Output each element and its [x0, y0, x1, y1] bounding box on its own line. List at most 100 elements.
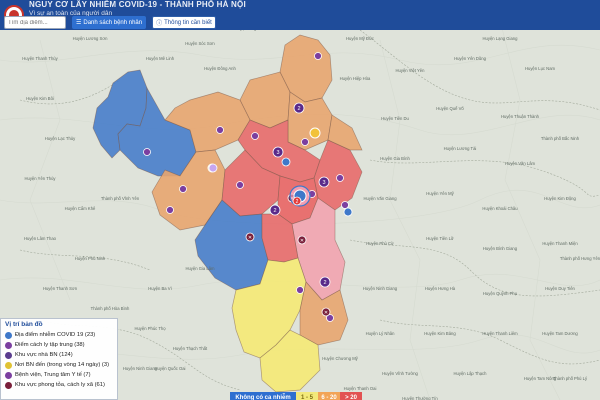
house-icon [5, 351, 12, 359]
marker-count-label: 3 [322, 180, 325, 186]
marker-hospital[interactable] [281, 157, 291, 167]
marker-count-label: 3 [276, 150, 279, 156]
place-label: Huyện Đông Anh [204, 66, 236, 71]
patients-list-button[interactable]: ☰ Danh sách bệnh nhân [72, 16, 147, 29]
case-scale: Không có ca nhiễm 1 - 5 6 - 20 > 20 [230, 392, 362, 400]
place-label: Huyện Lương Tài [444, 146, 477, 151]
marker-house[interactable] [143, 148, 151, 156]
legend-label: Địa điểm nhiễm COVID 19 (23) [15, 332, 96, 338]
place-label: Huyện Thạch Thất [173, 346, 208, 351]
marker-house[interactable] [236, 181, 244, 189]
place-label: Huyện Lập Thạch [454, 371, 488, 376]
map-legend: Vị trí bản đồ Địa điểm nhiễm COVID 19 (2… [0, 318, 118, 400]
place-label: Huyện Quỳnh Phụ [483, 291, 518, 296]
place-label: Huyện Lạng Giang [483, 36, 519, 41]
scale-none: Không có ca nhiễm [230, 392, 296, 400]
marker-house[interactable] [336, 174, 344, 182]
legend-title: Vị trí bản đồ [5, 321, 43, 328]
search-input[interactable] [4, 16, 66, 29]
marker-count-label: 2 [323, 280, 326, 286]
place-label: Huyện Phù Ninh [75, 256, 106, 261]
place-label: Huyện Ninh Giang [363, 286, 398, 291]
place-label: Huyện Cẩm Khê [65, 206, 96, 211]
place-label: Huyện Ba Vì [148, 286, 172, 291]
place-label: Huyện Hưng Hà [425, 286, 456, 291]
legend-item-hospital[interactable]: Bệnh viện, Trung tâm Y tế (7) [5, 370, 113, 380]
marker-house[interactable] [301, 138, 309, 146]
legend-label: Khu vực phong tỏa, cách ly xã (61) [15, 382, 105, 388]
place-label: Huyện Duy Tiên [545, 286, 575, 291]
place-label: Huyện Kim Động [544, 196, 576, 201]
app-title: NGUY CƠ LÂY NHIỄM COVID-19 - THÀNH PHỐ H… [29, 0, 246, 10]
place-label: Huyện Phù Cừ [366, 241, 394, 246]
place-label: Thành phố Hòa Bình [91, 306, 130, 311]
marker-count-label: 2 [297, 106, 300, 112]
marker-location[interactable] [309, 127, 321, 139]
place-label: Huyện Tam Nông [524, 376, 557, 381]
svg-text:✕: ✕ [324, 310, 328, 316]
marker-lavender[interactable] [208, 163, 218, 173]
marker-lockdown[interactable]: ✕ [297, 235, 307, 245]
marker-cluster-central[interactable]: 2 [289, 185, 311, 207]
place-label: Huyện Lương Sơn [73, 36, 109, 41]
place-label: Huyện Mỹ Đức [346, 36, 374, 41]
marker-house[interactable] [314, 52, 322, 60]
place-label: Huyện Khoái Châu [482, 206, 518, 211]
lockdown-icon [5, 381, 12, 389]
scale-mid: 6 - 20 [318, 392, 340, 400]
legend-item-lockdown[interactable]: Khu vực phong tỏa, cách ly xã (61) [5, 380, 113, 390]
marker-count[interactable]: 2 [269, 204, 281, 216]
place-label: Thành phố Hưng Yên [560, 256, 600, 261]
covid-map-app: Huyện Tân YênHuyện Lạng GiangHuyện Việt … [0, 0, 600, 400]
place-label: Huyện Thuận Thành [501, 114, 540, 119]
legend-item-visited-place[interactable]: Nơi BN đến (trong vòng 14 ngày) (3) [5, 360, 113, 370]
place-label: Huyện Kim Bôi [26, 96, 54, 101]
marker-house[interactable] [216, 126, 224, 134]
legend-item-quarantine[interactable]: Điểm cách ly tập trung (38) [5, 340, 113, 350]
place-label: Huyện Phúc Thọ [134, 326, 166, 331]
marker-house[interactable] [251, 132, 259, 140]
place-label: Huyện Lâm Thao [24, 236, 57, 241]
marker-lockdown[interactable]: ✕ [245, 232, 255, 242]
marker-hospital[interactable] [343, 207, 353, 217]
place-label: Huyện Vĩnh Tường [382, 371, 418, 376]
legend-label: Nơi BN đến (trong vòng 14 ngày) (3) [15, 362, 110, 368]
place-label: Huyện Yên Mỹ [426, 191, 454, 196]
place-label: Huyện Ninh Giang [123, 366, 158, 371]
marker-count[interactable]: 2 [319, 276, 331, 288]
marker-house[interactable] [166, 206, 174, 214]
marker-count-label: 2 [296, 199, 299, 205]
legend-item-patient-house[interactable]: Khu vực nhà BN (124) [5, 350, 113, 360]
place-label: Huyện Kim Bảng [424, 331, 456, 336]
place-label: Huyện Chương Mỹ [322, 356, 358, 361]
place-label: Huyện Hiệp Hòa [340, 76, 371, 81]
marker-lockdown[interactable]: ✕ [321, 307, 331, 317]
marker-count[interactable]: 3 [272, 146, 284, 158]
place-label: Huyện Thanh Thủy [22, 56, 58, 61]
place-label: Huyện Gia Lâm [185, 266, 215, 271]
legend-label: Khu vực nhà BN (124) [15, 352, 73, 358]
place-label: Huyện Việt Yên [396, 68, 426, 73]
place-label: Huyện Văn Giang [363, 196, 397, 201]
place-label: Huyện Lục Nam [525, 66, 556, 71]
place-label: Huyện Thanh Oai [344, 386, 377, 391]
marker-house[interactable] [179, 185, 187, 193]
toolbar: ☰ Danh sách bệnh nhân ⓘ Thông tin cần bi… [4, 16, 216, 29]
quarantine-icon [5, 341, 12, 349]
location-icon [5, 361, 12, 369]
place-label: Huyện Tam Dương [542, 331, 578, 336]
legend-item-covid-location[interactable]: Địa điểm nhiễm COVID 19 (23) [5, 330, 113, 340]
marker-house[interactable] [296, 286, 304, 294]
place-label: Huyện Tiên Lữ [426, 236, 454, 241]
place-label: Huyện Thanh Miện [542, 241, 578, 246]
virus-icon [5, 331, 12, 339]
place-label: Huyện Gia Bình [380, 156, 410, 161]
list-icon: ☰ [76, 20, 82, 26]
place-label: Huyện Mê Linh [146, 56, 175, 61]
info-button[interactable]: ⓘ Thông tin cần biết [152, 16, 216, 29]
marker-house[interactable] [341, 201, 349, 209]
marker-count[interactable]: 3 [318, 176, 330, 188]
info-icon: ⓘ [156, 21, 163, 27]
place-label: Huyện Văn Lâm [505, 161, 536, 166]
marker-count[interactable]: 2 [293, 102, 305, 114]
